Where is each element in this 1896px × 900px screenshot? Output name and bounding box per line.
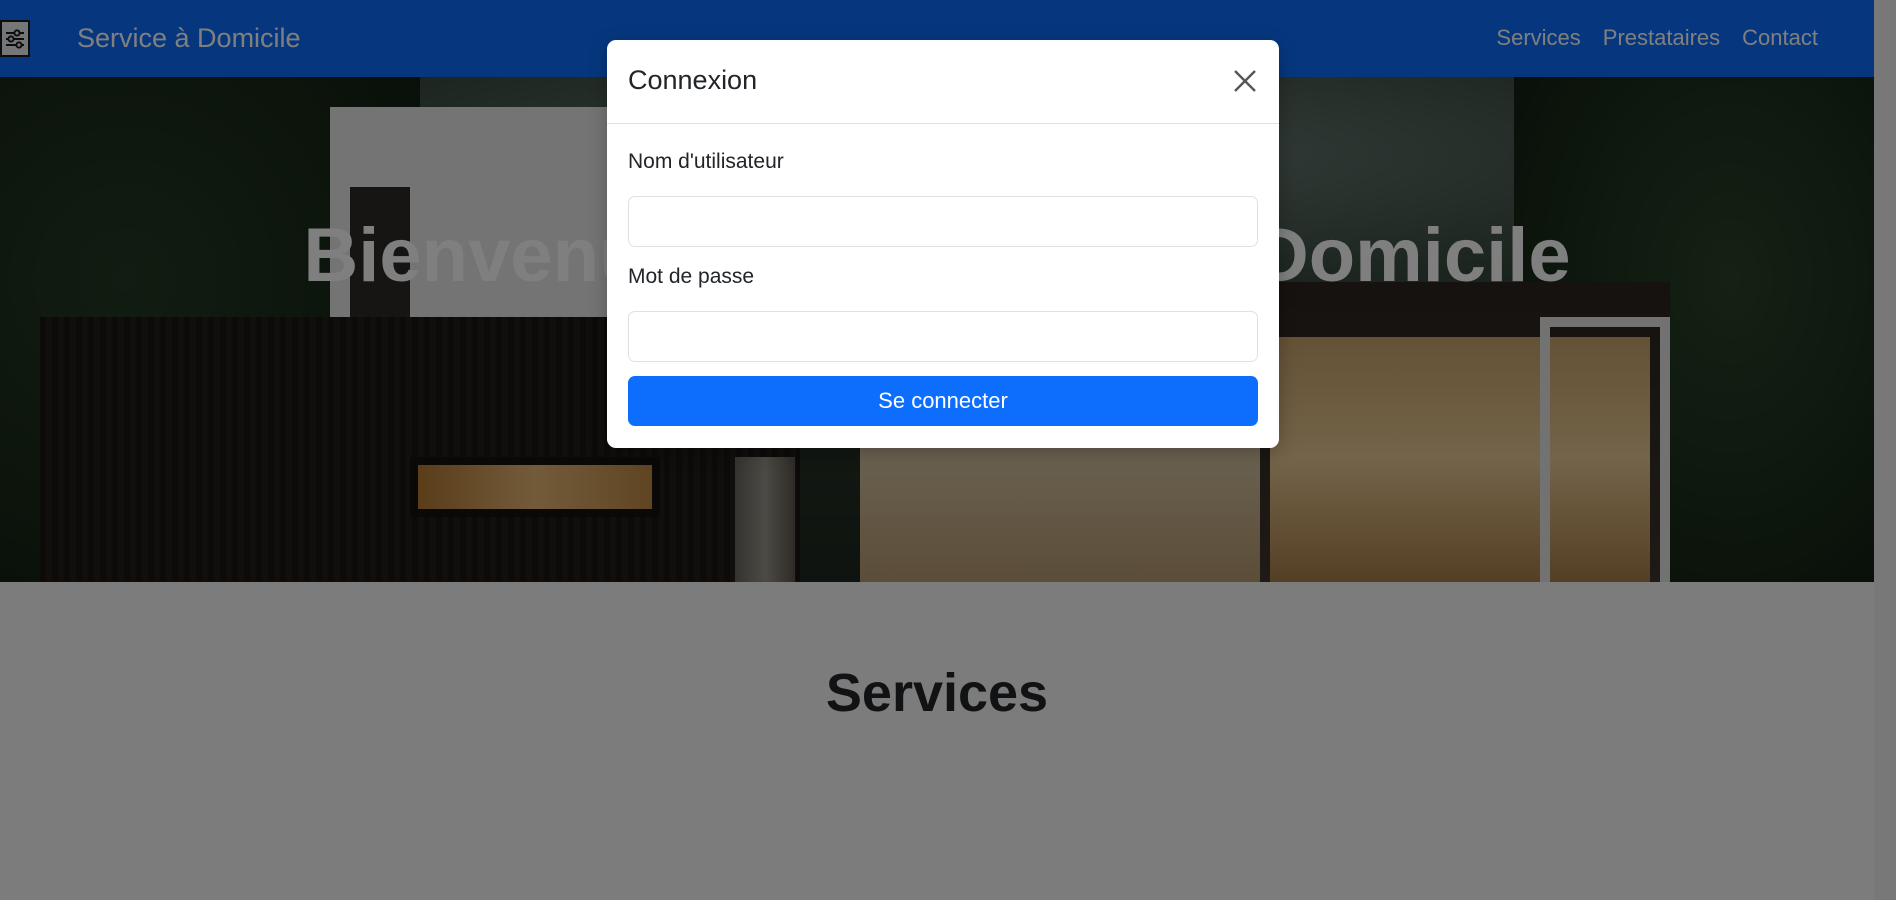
page: Service à Domicile Services Prestataires… (0, 0, 1896, 900)
login-modal: Connexion Nom d'utilisateur Mot de passe… (607, 40, 1279, 448)
username-input[interactable] (628, 196, 1258, 247)
close-icon[interactable] (1228, 64, 1262, 98)
login-button[interactable]: Se connecter (628, 376, 1258, 426)
modal-header: Connexion (607, 40, 1279, 124)
modal-title: Connexion (628, 65, 758, 95)
username-label: Nom d'utilisateur (628, 150, 784, 173)
password-label: Mot de passe (628, 265, 755, 288)
password-input[interactable] (628, 311, 1258, 362)
